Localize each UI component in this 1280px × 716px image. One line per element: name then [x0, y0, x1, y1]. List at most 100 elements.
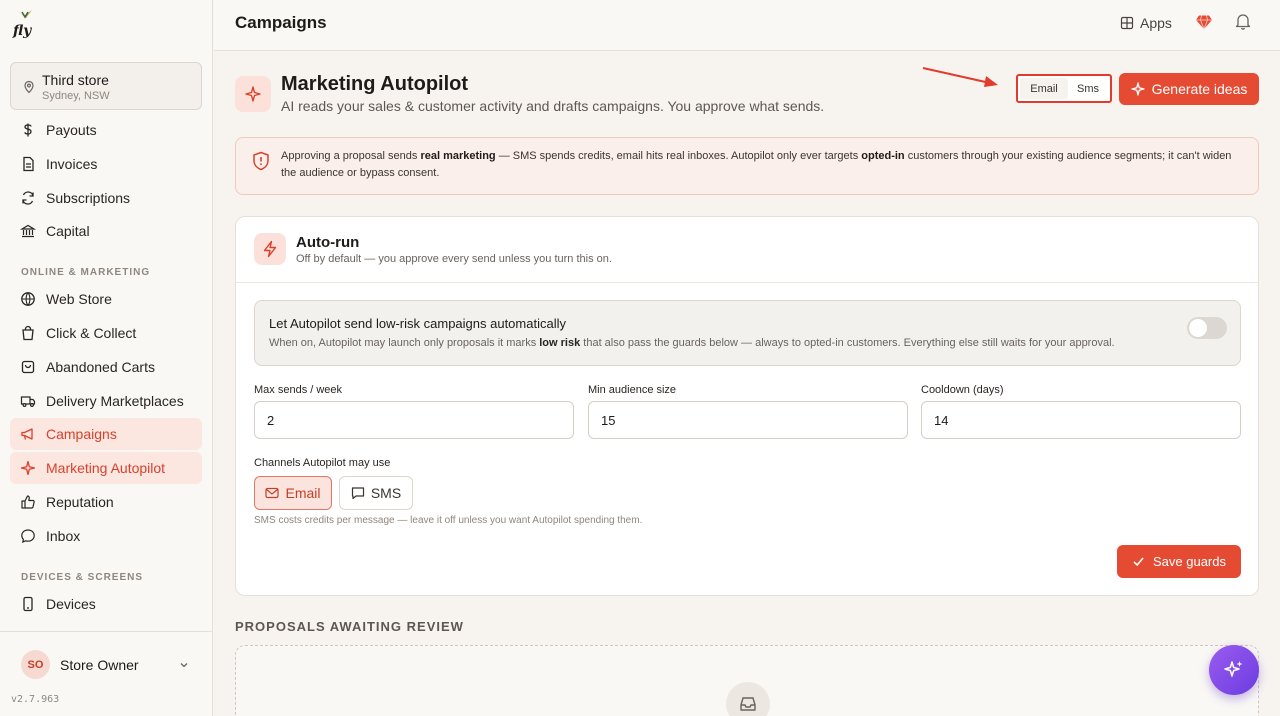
avatar[interactable]: SO: [21, 650, 50, 679]
autorun-toggle-description: When on, Autopilot may launch only propo…: [269, 337, 1115, 349]
channel-note: SMS costs credits per message — leave it…: [254, 515, 643, 526]
cart-box-icon: [21, 360, 35, 374]
sidebar-item-abandoned-carts[interactable]: Abandoned Carts: [10, 351, 202, 383]
inbox-icon: [726, 682, 770, 716]
consent-warning: Approving a proposal sends real marketin…: [235, 137, 1259, 195]
phone-icon: [23, 596, 33, 612]
proposals-heading: PROPOSALS AWAITING REVIEW: [235, 619, 464, 634]
cooldown-label: Cooldown (days): [921, 384, 1004, 396]
sidebar-item-devices[interactable]: Devices: [10, 588, 202, 620]
generate-ideas-label: Generate ideas: [1151, 81, 1248, 97]
sidebar-item-marketing-autopilot[interactable]: Marketing Autopilot: [10, 452, 202, 484]
user-name[interactable]: Store Owner: [60, 657, 139, 673]
sidebar-item-inbox[interactable]: Inbox: [10, 520, 202, 552]
sidebar-item-label: Click & Collect: [46, 325, 137, 341]
document-icon: [23, 156, 34, 172]
grid-icon: [1120, 16, 1134, 30]
thumbs-up-icon: [21, 495, 35, 509]
page-title: Campaigns: [235, 13, 327, 32]
sidebar-item-label: Reputation: [46, 494, 114, 510]
section-label-online-marketing: ONLINE & MARKETING: [21, 267, 151, 278]
autopilot-title: Marketing Autopilot: [281, 73, 469, 95]
apps-button[interactable]: Apps: [1120, 13, 1172, 33]
channel-toggle: Email Sms: [1016, 74, 1112, 103]
svg-text:fly: fly: [12, 23, 32, 38]
autorun-icon-box: [254, 233, 286, 265]
channel-sms-label: SMS: [370, 485, 402, 501]
sidebar-item-reputation[interactable]: Reputation: [10, 486, 202, 518]
divider: [236, 282, 1258, 283]
autorun-subtitle: Off by default — you approve every send …: [296, 253, 612, 265]
chevron-down-icon[interactable]: [178, 659, 190, 671]
sidebar-item-label: Abandoned Carts: [46, 359, 155, 375]
store-switcher[interactable]: Third store Sydney, NSW: [10, 62, 202, 110]
channels-label: Channels Autopilot may use: [254, 457, 391, 469]
cooldown-input[interactable]: 14: [921, 401, 1241, 439]
store-name: Third store: [42, 72, 109, 88]
proposals-empty-state: [235, 645, 1259, 716]
dollar-icon: [24, 123, 32, 137]
autorun-card: Auto-run Off by default — you approve ev…: [235, 216, 1259, 596]
channel-sms-button[interactable]: SMS: [339, 476, 413, 510]
channel-email-button[interactable]: Email: [254, 476, 332, 510]
sidebar-item-label: Web Store: [46, 291, 112, 307]
sparkle-icon: [245, 86, 261, 102]
sidebar-item-label: Campaigns: [46, 426, 117, 442]
gem-icon[interactable]: [1195, 13, 1213, 31]
message-square-icon: [351, 487, 364, 500]
autopilot-header-icon: [235, 76, 271, 112]
sparkle-icon: [20, 460, 36, 476]
switch-knob: [1189, 319, 1207, 337]
sidebar-footer: SO Store Owner v2.7.963: [0, 631, 213, 716]
sidebar-item-campaigns[interactable]: Campaigns: [10, 418, 202, 450]
shield-alert-icon: [253, 151, 269, 171]
truck-icon: [20, 396, 36, 408]
app-version: v2.7.963: [11, 694, 60, 705]
check-icon: [1133, 557, 1144, 567]
lightning-icon: [263, 240, 277, 258]
bank-icon: [20, 224, 36, 238]
generate-ideas-button[interactable]: Generate ideas: [1119, 73, 1259, 105]
sidebar-item-capital[interactable]: Capital: [10, 215, 202, 247]
sparkles-icon: [1224, 661, 1243, 677]
sidebar-item-label: Inbox: [46, 528, 81, 544]
max-sends-input[interactable]: 2: [254, 401, 574, 439]
sidebar-item-label: Payouts: [46, 122, 97, 138]
sidebar-item-payouts[interactable]: Payouts: [10, 114, 202, 146]
save-guards-button[interactable]: Save guards: [1117, 545, 1241, 578]
annotation-arrow-icon: [922, 67, 998, 87]
channel-email-label: Email: [285, 485, 321, 501]
sidebar-item-label: Invoices: [46, 156, 98, 172]
sidebar-item-delivery-marketplaces[interactable]: Delivery Marketplaces: [10, 385, 202, 417]
autorun-title: Auto-run: [296, 234, 360, 251]
autopilot-subtitle: AI reads your sales & customer activity …: [281, 98, 825, 114]
channel-option-email[interactable]: Email: [1020, 78, 1068, 99]
location-pin-icon: [24, 80, 34, 94]
sidebar-item-subscriptions[interactable]: Subscriptions: [10, 182, 202, 214]
channel-option-sms[interactable]: Sms: [1068, 78, 1108, 99]
section-label-devices-screens: DEVICES & SCREENS: [21, 572, 144, 583]
save-guards-label: Save guards: [1153, 554, 1226, 569]
sidebar-item-web-store[interactable]: Web Store: [10, 283, 202, 315]
warning-text: Approving a proposal sends real marketin…: [281, 150, 1232, 179]
fly-logo-icon[interactable]: fly: [12, 8, 38, 38]
sidebar-item-label: Delivery Marketplaces: [46, 393, 184, 409]
sidebar-item-label: Capital: [46, 223, 90, 239]
sidebar-item-invoices[interactable]: Invoices: [10, 148, 202, 180]
sidebar-item-click-collect[interactable]: Click & Collect: [10, 317, 202, 349]
refresh-icon: [22, 191, 34, 205]
sparkle-icon: [1130, 82, 1145, 96]
ai-assistant-button[interactable]: [1209, 645, 1259, 695]
sidebar-item-label: Subscriptions: [46, 190, 131, 206]
mail-icon: [265, 487, 280, 499]
autorun-toggle-row: Let Autopilot send low-risk campaigns au…: [254, 300, 1241, 366]
autorun-toggle-switch[interactable]: [1187, 317, 1227, 339]
max-sends-label: Max sends / week: [254, 384, 343, 396]
topbar: Campaigns Apps: [214, 0, 1280, 51]
globe-icon: [21, 292, 35, 307]
chat-bubble-icon: [21, 529, 35, 544]
min-audience-input[interactable]: 15: [588, 401, 908, 439]
autorun-toggle-title: Let Autopilot send low-risk campaigns au…: [269, 316, 566, 331]
bell-icon[interactable]: [1234, 12, 1252, 30]
store-location: Sydney, NSW: [42, 90, 110, 102]
